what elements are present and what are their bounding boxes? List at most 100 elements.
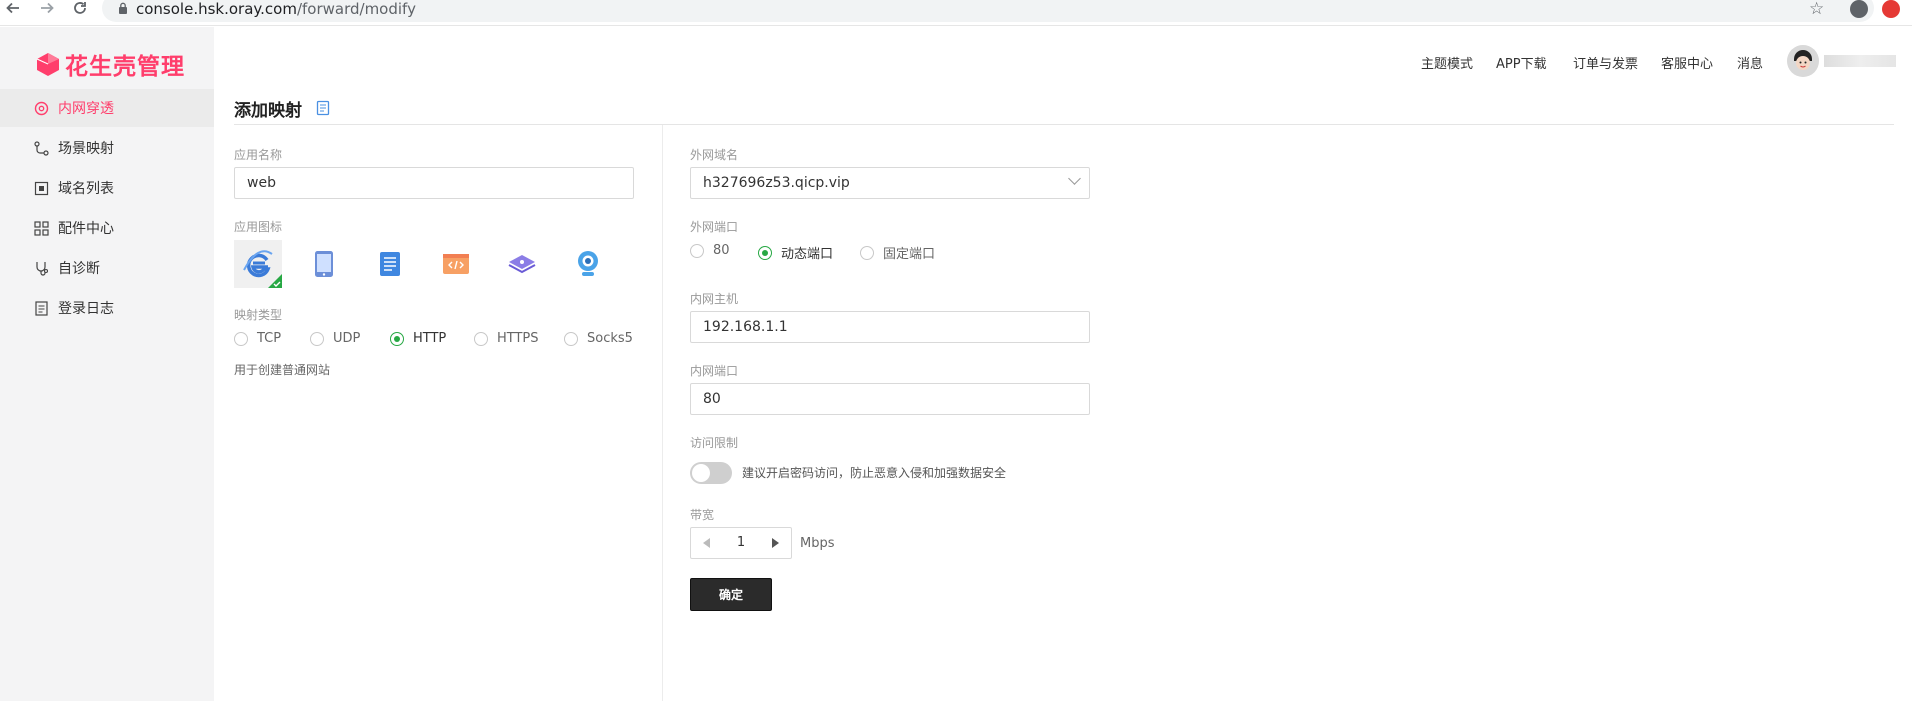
sidebar-item-label: 登录日志 xyxy=(58,301,114,317)
avatar[interactable] xyxy=(1787,45,1819,77)
document-icon xyxy=(380,252,400,276)
brand-name: 花生壳管理 xyxy=(65,54,185,80)
int-port-label: 内网端口 xyxy=(690,364,739,378)
title-divider xyxy=(234,124,1894,125)
bandwidth-label: 带宽 xyxy=(690,508,715,522)
domain-select[interactable]: h327696z53.qicp.vip xyxy=(690,167,1090,199)
radio-tcp[interactable]: TCP xyxy=(234,331,281,346)
app-icon-option-layers[interactable] xyxy=(498,240,546,288)
chevron-down-icon xyxy=(1068,172,1081,185)
radio-label: 动态端口 xyxy=(781,247,834,262)
radio-dot xyxy=(474,331,488,346)
bandwidth-stepper[interactable]: 1 xyxy=(690,527,792,559)
nav-customer-service[interactable]: 客服中心 xyxy=(1661,53,1713,72)
sidebar-item-login-log[interactable]: 登录日志 xyxy=(0,289,214,327)
grid-icon xyxy=(34,220,49,236)
radio-dot xyxy=(690,243,704,258)
app-icon-option-document[interactable] xyxy=(366,240,414,288)
username-blurred[interactable] xyxy=(1824,55,1896,67)
radio-label: 固定端口 xyxy=(883,247,936,262)
host-input[interactable]: 192.168.1.1 xyxy=(690,311,1090,343)
radio-label: HTTPS xyxy=(497,331,539,346)
radio-label: UDP xyxy=(333,331,361,346)
sidebar-item-label: 场景映射 xyxy=(58,141,114,157)
sidebar: 花生壳管理 内网穿透 场景映射 域名列表 配件中心 自诊断 登录日志 xyxy=(0,27,214,701)
radio-port-fixed[interactable]: 固定端口 xyxy=(860,243,935,262)
nav-orders-invoices[interactable]: 订单与发票 xyxy=(1573,53,1638,72)
brand-logo[interactable]: 花生壳管理 xyxy=(35,47,185,81)
radio-dot xyxy=(310,331,324,346)
app-icon-label: 应用图标 xyxy=(234,220,283,234)
extension-icon[interactable] xyxy=(1882,0,1900,18)
app-icon-option-code[interactable] xyxy=(432,240,480,288)
app-icon-option-tablet[interactable] xyxy=(300,240,348,288)
sidebar-item-label: 配件中心 xyxy=(58,221,114,237)
webcam-icon xyxy=(578,251,598,276)
access-limit-label: 访问限制 xyxy=(690,436,739,450)
network-icon xyxy=(34,101,49,115)
access-limit-hint: 建议开启密码访问，防止恶意入侵和加强数据安全 xyxy=(742,466,1007,480)
account-icon[interactable] xyxy=(1850,0,1868,18)
domain-icon xyxy=(34,181,49,195)
mapping-type-hint: 用于创建普通网站 xyxy=(234,363,331,377)
domain-label: 外网域名 xyxy=(690,148,739,162)
nav-theme-mode[interactable]: 主题模式 xyxy=(1421,53,1473,72)
url-text: console.hsk.oray.com/forward/modify xyxy=(136,0,416,18)
radio-dot xyxy=(564,331,578,346)
diagnose-icon xyxy=(36,261,49,276)
tablet-icon xyxy=(315,251,333,277)
branch-icon xyxy=(34,140,49,156)
radio-label: TCP xyxy=(257,331,282,346)
radio-dot xyxy=(758,245,772,260)
app-icon-option-ie[interactable] xyxy=(234,240,282,288)
access-limit-toggle[interactable] xyxy=(690,462,732,484)
peanut-shell-logo-icon xyxy=(36,53,59,76)
sidebar-item-label: 内网穿透 xyxy=(58,101,114,117)
sidebar-item-domains[interactable]: 域名列表 xyxy=(0,169,214,207)
radio-https[interactable]: HTTPS xyxy=(474,331,539,346)
radio-dot xyxy=(234,331,248,346)
int-port-input[interactable]: 80 xyxy=(690,383,1090,415)
log-icon xyxy=(35,300,48,316)
host-label: 内网主机 xyxy=(690,292,739,306)
user-avatar-icon xyxy=(1787,45,1819,77)
sidebar-item-accessories[interactable]: 配件中心 xyxy=(0,209,214,247)
sidebar-item-scene[interactable]: 场景映射 xyxy=(0,129,214,167)
arrow-left-icon[interactable] xyxy=(2,0,24,20)
code-icon xyxy=(443,254,469,274)
app-name-label: 应用名称 xyxy=(234,148,283,162)
radio-udp[interactable]: UDP xyxy=(310,331,360,346)
lock-icon xyxy=(119,2,127,14)
star-icon[interactable]: ☆ xyxy=(1809,0,1824,18)
layers-icon xyxy=(508,255,536,274)
toggle-knob xyxy=(692,464,710,482)
radio-label: 80 xyxy=(713,243,730,258)
nav-app-download[interactable]: APP下载 xyxy=(1496,53,1547,72)
radio-label: Socks5 xyxy=(587,331,633,346)
column-divider xyxy=(662,125,663,701)
app-icon-option-webcam[interactable] xyxy=(564,240,612,288)
radio-http[interactable]: HTTP xyxy=(390,331,446,346)
page-title: 添加映射 xyxy=(234,101,302,121)
radio-label: HTTP xyxy=(413,331,447,346)
radio-port-dynamic[interactable]: 动态端口 xyxy=(758,243,833,262)
domain-value: h327696z53.qicp.vip xyxy=(703,175,850,191)
radio-port-80[interactable]: 80 xyxy=(690,243,730,258)
url-path: /forward/modify xyxy=(296,0,416,18)
arrow-right-icon[interactable] xyxy=(36,0,58,20)
sidebar-item-label: 域名列表 xyxy=(58,181,114,197)
nav-messages[interactable]: 消息 xyxy=(1737,53,1763,72)
sidebar-item-label: 自诊断 xyxy=(58,261,100,277)
increment-icon[interactable] xyxy=(772,538,779,548)
bandwidth-unit: Mbps xyxy=(800,536,835,551)
app-name-input[interactable]: web xyxy=(234,167,634,199)
sidebar-item-intranet[interactable]: 内网穿透 xyxy=(0,89,214,127)
radio-dot xyxy=(860,245,874,260)
selected-check-icon xyxy=(268,274,282,288)
sidebar-item-diagnose[interactable]: 自诊断 xyxy=(0,249,214,287)
radio-socks5[interactable]: Socks5 xyxy=(564,331,633,346)
radio-dot xyxy=(390,331,404,346)
document-help-icon[interactable] xyxy=(316,100,330,116)
reload-icon[interactable] xyxy=(69,0,91,20)
confirm-button[interactable]: 确定 xyxy=(690,578,772,611)
